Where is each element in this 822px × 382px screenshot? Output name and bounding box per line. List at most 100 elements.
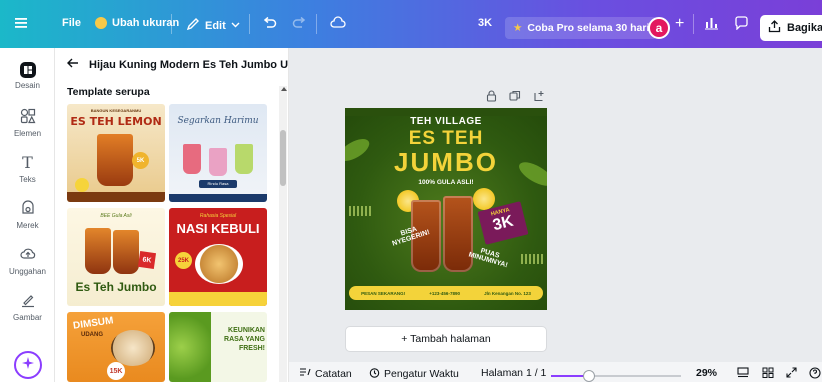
resize-button[interactable]: Ubah ukuran (95, 17, 179, 29)
template-subtitle: BEE Gula Asli (100, 213, 132, 219)
template-card[interactable]: BANGUN KESEGARANMU ES TEH LEMON 5K (67, 104, 165, 202)
fullscreen-button[interactable] (786, 367, 797, 381)
insights-button[interactable] (704, 16, 719, 33)
zoom-level[interactable]: 29% (696, 367, 717, 379)
upload-icon (18, 244, 38, 264)
redo-button[interactable] (292, 16, 307, 33)
dots-decoration (349, 206, 373, 216)
template-card[interactable]: BEE Gula Asli 6K Es Teh Jumbo (67, 208, 165, 306)
bottom-toolbar: Catatan Pengatur Waktu Halaman 1 / 1 29% (289, 362, 822, 382)
scroll-up-arrow[interactable] (281, 87, 287, 91)
edit-menu[interactable]: Edit (186, 17, 240, 34)
pages-icon (737, 367, 749, 381)
chevron-down-icon (231, 20, 240, 32)
help-icon (809, 367, 821, 382)
template-subtitle: BANGUN KESEGARANMU (90, 108, 142, 113)
template-title: DIMSUM (72, 315, 115, 332)
cloud-save-button[interactable] (330, 16, 346, 33)
file-menu[interactable]: File (62, 17, 81, 29)
undo-icon (262, 16, 277, 33)
design-canvas[interactable]: TEH VILLAGE ES TEH JUMBO 100% GULA ASLI!… (345, 108, 547, 310)
rail-label: Elemen (13, 129, 42, 138)
rail-item-text[interactable]: T Teks (0, 152, 55, 185)
star-icon: ★ (513, 22, 523, 34)
add-collaborator-button[interactable]: + (675, 15, 684, 33)
template-card[interactable]: Rahasia Spesial NASI KEBULI 25K (169, 208, 267, 306)
undo-button[interactable] (262, 16, 277, 33)
rail-item-design[interactable]: Desain (0, 62, 55, 90)
lock-icon[interactable] (486, 90, 497, 105)
timer-button[interactable]: Pengatur Waktu (369, 367, 459, 381)
dots-decoration (521, 254, 545, 264)
zoom-slider-handle[interactable] (583, 370, 595, 382)
add-page-icon[interactable] (533, 90, 545, 105)
canvas-footer: PESAN SEKARANG! +123-456-7890 Jln Kenang… (349, 286, 543, 300)
notes-icon (299, 367, 311, 380)
rail-item-draw[interactable]: Gambar (0, 290, 55, 322)
divider (249, 14, 250, 34)
rail-item-uploads[interactable]: Unggahan (0, 244, 55, 276)
rail-item-brand[interactable]: Merek (0, 198, 55, 230)
draw-icon (18, 290, 38, 310)
divider (171, 14, 172, 34)
timer-label: Pengatur Waktu (384, 368, 459, 380)
notes-label: Catatan (315, 367, 352, 380)
share-label: Bagikan (787, 22, 822, 34)
sparkle-icon (21, 356, 35, 375)
scrollbar-thumb[interactable] (280, 130, 286, 186)
avatar[interactable]: a (648, 17, 670, 39)
elements-icon (18, 106, 38, 126)
grid-view-button[interactable] (762, 367, 774, 381)
duplicate-icon[interactable] (509, 90, 521, 105)
template-card[interactable]: DIMSUM UDANG 15K (67, 312, 165, 382)
drink-image (183, 144, 201, 174)
template-title: Es Teh Jumbo (75, 280, 157, 294)
menu-button[interactable] (14, 16, 28, 33)
template-card[interactable]: KEUNIKAN RASA YANG FRESH! (169, 312, 267, 382)
rail-label: Gambar (13, 313, 42, 322)
tea-cup-image (443, 196, 473, 272)
canvas-tagline: 100% GULA ASLI! (418, 179, 474, 186)
editor-workspace: TEH VILLAGE ES TEH JUMBO 100% GULA ASLI!… (289, 48, 822, 382)
divider (693, 14, 694, 34)
food-image (195, 244, 243, 284)
footer-strip (169, 292, 267, 306)
template-card[interactable]: Segarkan Harimu Rindu Rasa (169, 104, 267, 202)
help-button[interactable] (809, 367, 821, 382)
templates-panel: Hijau Kuning Modern Es Teh Jumbo UMK... … (55, 48, 289, 382)
notes-button[interactable]: Catatan (299, 367, 352, 380)
page-view-button[interactable] (737, 367, 749, 381)
price-badge: 25K (175, 252, 192, 269)
try-pro-label: Coba Pro selama 30 hari (527, 22, 650, 34)
magic-button[interactable] (14, 351, 42, 379)
top-toolbar: File Ubah ukuran Edit 3K ★ Coba Pro sela… (0, 0, 822, 48)
design-icon (19, 62, 36, 78)
footer-address: Jln Kenangan No. 123 (484, 290, 531, 296)
price-badge: 15K (107, 362, 125, 380)
rail-item-elements[interactable]: Elemen (0, 106, 55, 138)
rail-label: Unggahan (9, 267, 46, 276)
comment-icon (734, 16, 749, 33)
grid-icon (762, 367, 774, 381)
back-arrow-icon[interactable] (67, 58, 79, 71)
cloud-check-icon (330, 16, 346, 33)
template-subtitle: Rindu Rasa (199, 180, 237, 188)
text-icon: T (22, 152, 33, 172)
share-button[interactable]: Bagikan (760, 15, 822, 41)
template-subtitle: UDANG (81, 332, 103, 338)
drink-image (85, 228, 111, 274)
comments-button[interactable] (734, 16, 749, 33)
price-badge: 6K (137, 250, 157, 270)
add-page-button[interactable]: + Tambah halaman (345, 326, 547, 352)
try-pro-button[interactable]: ★ Coba Pro selama 30 hari (505, 17, 658, 39)
template-title: KEUNIKAN RASA YANG FRESH! (224, 327, 265, 352)
panel-title: Hijau Kuning Modern Es Teh Jumbo UMK... (89, 58, 289, 71)
expand-icon (786, 367, 797, 381)
rail-label: Merek (16, 221, 39, 230)
lemon-image (473, 188, 495, 210)
redo-icon (292, 16, 307, 33)
page-indicator[interactable]: Halaman 1 / 1 (481, 367, 546, 379)
footer-phone: +123-456-7890 (429, 290, 460, 296)
food-image (111, 330, 155, 366)
drink-image (97, 134, 133, 186)
